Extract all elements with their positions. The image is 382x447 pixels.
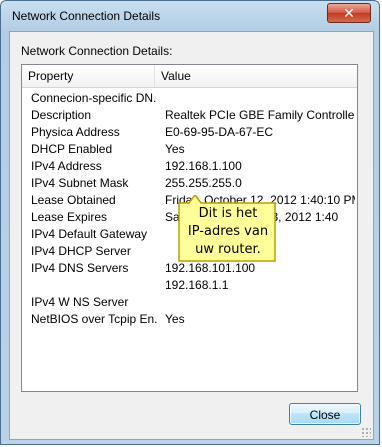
list-row[interactable]: IPv4 Address 192.168.1.100 [22, 159, 357, 176]
window-close-icon[interactable]: ✕ [327, 3, 371, 23]
callout-line: IP-adres van [187, 224, 269, 239]
row-value: 255.255.255.0 [165, 176, 242, 190]
details-caption: Network Connection Details: [21, 44, 173, 58]
row-property: IPv4 Subnet Mask [31, 176, 129, 190]
list-row[interactable]: DHCP Enabled Yes [22, 142, 357, 159]
row-property: IPv4 W NS Server [31, 295, 129, 309]
column-header-value[interactable]: Value [155, 65, 357, 87]
list-row[interactable]: NetBIOS over Tcpip En... Yes [22, 312, 357, 329]
list-row[interactable]: Connecion-specific DN... [22, 91, 357, 108]
row-value: E0-69-95-DA-67-EC [165, 125, 274, 139]
row-property: Description [31, 108, 92, 122]
row-property: Connecion-specific DN... [31, 91, 157, 105]
callout-line: uw router. [195, 242, 261, 257]
callout-line: Dit is het [198, 206, 258, 221]
list-row[interactable]: IPv4 Subnet Mask 255.255.255.0 [22, 176, 357, 193]
list-row[interactable]: IPv4 DNS Servers 192.168.101.100 [22, 261, 357, 278]
close-button[interactable]: Close [289, 403, 361, 425]
row-property: IPv4 Address [31, 159, 102, 173]
window-title: Network Connection Details [12, 9, 161, 23]
row-value: 192.168.101.100 [165, 261, 256, 275]
row-value: 192.168.1.100 [165, 159, 242, 173]
ip-address-callout: Dit is het IP-adres van uw router. [177, 195, 277, 263]
row-value: Yes [165, 312, 185, 326]
list-row[interactable]: IPv4 W NS Server [22, 295, 357, 312]
row-property: Lease Expires [31, 210, 108, 224]
row-property: Lease Obtained [31, 193, 116, 207]
row-property: Physica Address [31, 125, 120, 139]
row-property: DHCP Enabled [31, 142, 113, 156]
row-value: Realtek PCIe GBE Family Controller [165, 108, 355, 122]
row-property: IPv4 DHCP Server [31, 244, 131, 258]
row-property: NetBIOS over Tcpip En... [31, 312, 157, 326]
row-value: Yes [165, 142, 185, 156]
column-header-property[interactable]: Property [22, 65, 155, 87]
resize-grip-icon[interactable] [361, 427, 371, 437]
list-header: Property Value [22, 65, 357, 88]
list-row[interactable]: Physica Address E0-69-95-DA-67-EC [22, 125, 357, 142]
row-value: 192.168.1.1 [165, 278, 229, 292]
list-row[interactable]: Description Realtek PCIe GBE Family Cont… [22, 108, 357, 125]
row-property: IPv4 DNS Servers [31, 261, 129, 275]
list-row[interactable]: 192.168.1.1 [22, 278, 357, 295]
dialog-window: Network Connection Details ✕ Network Con… [0, 0, 380, 445]
row-property: IPv4 Default Gateway [31, 227, 148, 241]
title-bar[interactable]: Network Connection Details ✕ [1, 1, 379, 31]
